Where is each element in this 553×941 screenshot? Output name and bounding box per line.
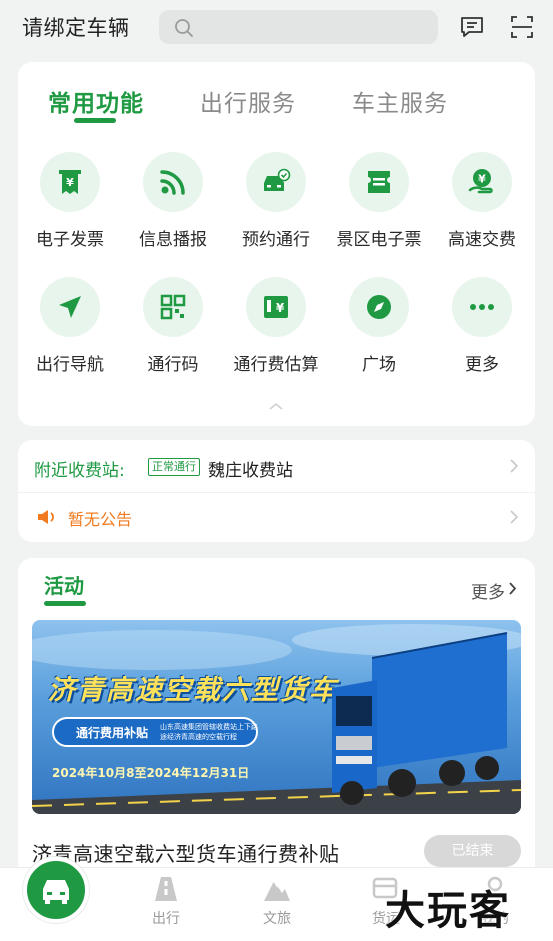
activity-title: 活动: [44, 574, 84, 598]
function-item-highway-payment[interactable]: ¥ 高速交费: [430, 152, 534, 250]
activity-more-link[interactable]: 更多: [471, 578, 505, 603]
function-item-plaza[interactable]: 广场: [327, 277, 431, 375]
function-item-e-invoice[interactable]: ¥ 电子发票: [18, 152, 122, 250]
navigation-arrow-icon: [40, 277, 100, 337]
function-item-label: 广场: [362, 355, 396, 375]
more-dots-icon: [452, 277, 512, 337]
function-item-label: 景区电子票: [336, 230, 422, 250]
nearby-card: 附近收费站: 正常通行 魏庄收费站 暂无公告: [18, 440, 535, 542]
chevron-right-icon[interactable]: [508, 581, 517, 596]
nav-culture-travel[interactable]: 文旅: [242, 875, 312, 928]
function-tabs: 常用功能 出行服务 车主服务: [18, 62, 535, 123]
watermark-logo: 大玩客: [385, 888, 511, 934]
function-item-navigation[interactable]: 出行导航: [18, 277, 122, 375]
function-item-label: 出行导航: [36, 355, 104, 375]
function-item-label: 高速交费: [448, 230, 516, 250]
function-item-pass-code[interactable]: 通行码: [121, 277, 225, 375]
yuan-hand-icon: ¥: [452, 152, 512, 212]
banner-headline: 济青高速空载六型货车: [48, 675, 338, 706]
road-icon: [155, 877, 177, 901]
speaker-icon: [38, 510, 54, 524]
nav-travel[interactable]: 出行: [131, 875, 201, 928]
banner-pill-label: 通行费用补贴: [76, 726, 149, 740]
activity-banner[interactable]: 济青高速空载六型货车 通行费用补贴 山东高速集团管辖收费站上下路途经济青高速的空…: [32, 620, 521, 814]
fee-estimate-icon: ¥: [246, 277, 306, 337]
banner-pill-desc: 山东高速集团管辖收费站上下路途经济青高速的空载行程: [160, 723, 258, 741]
station-name: 魏庄收费站: [208, 461, 293, 481]
car-icon: [43, 880, 69, 904]
collapse-chevron-icon[interactable]: [268, 401, 284, 411]
truck-icon: [332, 632, 508, 805]
function-item-label: 信息播报: [139, 230, 207, 250]
my-car-button[interactable]: [23, 857, 89, 923]
nearby-station-row[interactable]: 附近收费站: 正常通行 魏庄收费站: [18, 440, 535, 492]
tab-common-functions[interactable]: 常用功能: [48, 84, 144, 118]
function-item-reserve-pass[interactable]: 预约通行: [224, 152, 328, 250]
function-item-fee-estimate[interactable]: ¥ 通行费估算: [224, 277, 328, 375]
message-icon[interactable]: [459, 14, 485, 40]
search-icon: [175, 19, 193, 37]
function-item-label: 通行码: [147, 355, 199, 375]
activity-card: 活动 更多 济青高速空载六型货车 通行费用补贴 山东高速集团管辖收费站上下路途经…: [18, 558, 535, 878]
scan-icon[interactable]: [509, 14, 535, 40]
compass-icon: [349, 277, 409, 337]
travel-icon: [264, 880, 290, 901]
ticket-icon: [349, 152, 409, 212]
svg-text:¥: ¥: [276, 301, 285, 315]
banner-date: 2024年10月8至2024年12月31日: [52, 766, 250, 780]
tab-owner-services[interactable]: 车主服务: [352, 84, 448, 118]
function-item-scenic-ticket[interactable]: 景区电子票: [327, 152, 431, 250]
function-item-label: 预约通行: [242, 230, 310, 250]
nav-label: 出行: [152, 911, 180, 927]
notice-text: 暂无公告: [68, 510, 133, 529]
status-badge: 正常通行: [148, 458, 200, 476]
function-item-more[interactable]: 更多: [430, 277, 534, 375]
function-item-label: 通行费估算: [233, 355, 319, 375]
bind-vehicle-title[interactable]: 请绑定车辆: [22, 12, 130, 42]
activity-status-badge: 已结束: [424, 835, 521, 867]
function-item-label: 更多: [465, 355, 499, 375]
search-input[interactable]: [159, 10, 438, 44]
banner-subsidy-pill: 通行费用补贴 山东高速集团管辖收费站上下路途经济青高速的空载行程: [52, 717, 258, 747]
activity-title-indicator: [44, 601, 86, 606]
activity-name[interactable]: 济青高速空载六型货车通行费补贴: [32, 838, 340, 867]
top-header: 请绑定车辆: [0, 0, 553, 58]
chevron-right-icon: [510, 459, 519, 473]
svg-text:¥: ¥: [66, 176, 74, 189]
svg-text:¥: ¥: [478, 173, 486, 186]
function-card: 常用功能 出行服务 车主服务 ¥ 电子发票 信息播报 预约通行 景区电子票 ¥ …: [18, 62, 535, 426]
broadcast-icon: [143, 152, 203, 212]
active-tab-indicator: [74, 118, 116, 123]
nearby-label: 附近收费站:: [34, 461, 125, 481]
function-item-info-broadcast[interactable]: 信息播报: [121, 152, 225, 250]
nav-label: 文旅: [263, 911, 291, 927]
qr-code-icon: [143, 277, 203, 337]
notice-row[interactable]: 暂无公告: [18, 493, 535, 542]
car-check-icon: [246, 152, 306, 212]
tab-travel-services[interactable]: 出行服务: [200, 84, 296, 118]
chevron-right-icon: [510, 510, 519, 524]
invoice-icon: ¥: [40, 152, 100, 212]
function-item-label: 电子发票: [36, 230, 104, 250]
